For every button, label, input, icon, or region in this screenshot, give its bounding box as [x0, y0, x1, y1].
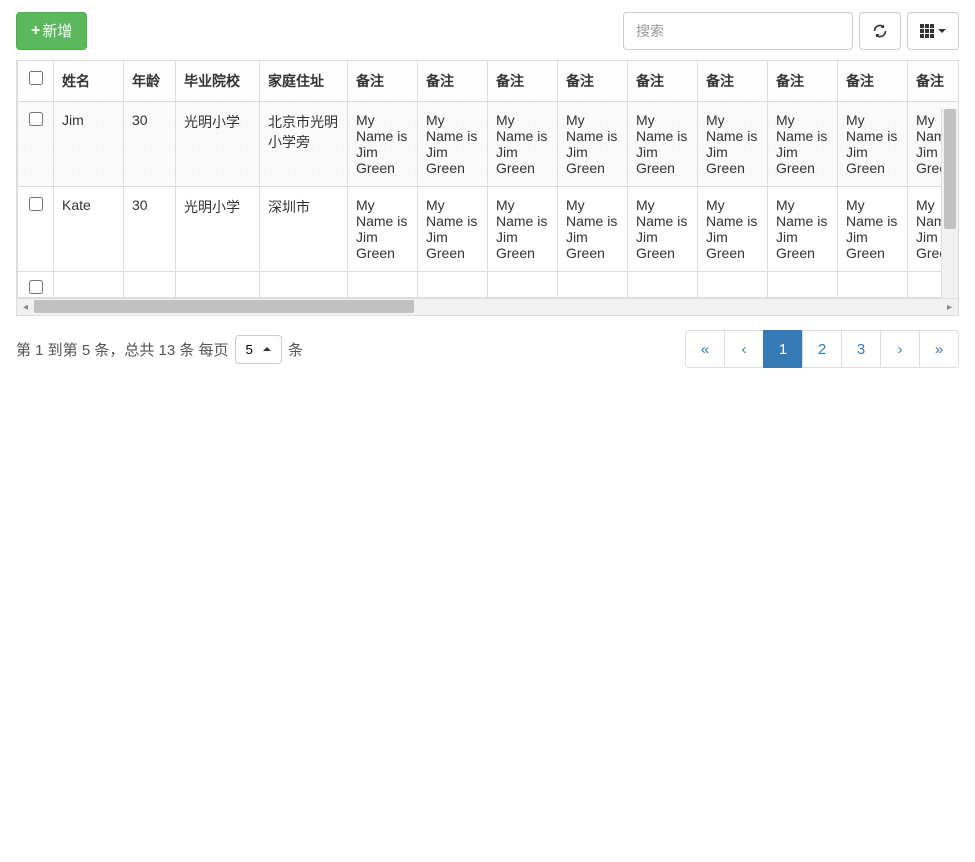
table-scroll[interactable]: 姓名 年龄 毕业院校 家庭住址 备注 备注 备注 备注 备注 备注 备注 备注 … — [17, 61, 958, 298]
pagination-info: 第 1 到第 5 条，总共 13 条 每页 5 条 — [16, 335, 303, 364]
scrollbar-thumb[interactable] — [34, 300, 414, 313]
cell-remark — [348, 272, 418, 298]
cell-remark: My Name is Jim Green — [768, 187, 838, 272]
table-row[interactable]: Kate30光明小学深圳市My Name is Jim GreenMy Name… — [18, 187, 959, 272]
add-button[interactable]: +新增 — [16, 12, 87, 50]
cell-remark — [698, 272, 768, 298]
cell-remark: My Name is Jim Green — [488, 187, 558, 272]
header-age[interactable]: 年龄 — [124, 61, 176, 102]
pagination-info-text: 第 1 到第 5 条，总共 13 条 每页 — [16, 339, 229, 360]
refresh-button[interactable] — [859, 12, 901, 50]
cell-name — [54, 272, 124, 298]
cell-remark: My Name is Jim Green — [418, 102, 488, 187]
cell-school — [176, 272, 260, 298]
page-size-select[interactable]: 5 — [235, 335, 282, 364]
header-name[interactable]: 姓名 — [54, 61, 124, 102]
table-container: 姓名 年龄 毕业院校 家庭住址 备注 备注 备注 备注 备注 备注 备注 备注 … — [16, 60, 959, 316]
header-remark[interactable]: 备注 — [698, 61, 768, 102]
cell-remark: My Name is Jim Green — [348, 102, 418, 187]
cell-age: 30 — [124, 102, 176, 187]
cell-remark — [488, 272, 558, 298]
table-header-row: 姓名 年龄 毕业院校 家庭住址 备注 备注 备注 备注 备注 备注 备注 备注 … — [18, 61, 959, 102]
cell-remark: My Name is Jim Green — [628, 187, 698, 272]
search-input[interactable] — [623, 12, 853, 50]
cell-address: 北京市光明小学旁 — [260, 102, 348, 187]
horizontal-scrollbar[interactable]: ◂ ▸ — [17, 298, 958, 315]
pagination-info-suffix: 条 — [288, 339, 303, 360]
header-school[interactable]: 毕业院校 — [176, 61, 260, 102]
row-checkbox-cell — [18, 187, 54, 272]
toolbar-right — [623, 12, 959, 50]
toolbar: +新增 — [16, 12, 959, 50]
cell-remark: My Name is Jim Green — [698, 102, 768, 187]
pagination: « ‹ 1 2 3 › » — [686, 330, 959, 368]
vertical-scrollbar[interactable] — [941, 109, 958, 298]
page-next[interactable]: › — [880, 330, 920, 368]
cell-remark — [628, 272, 698, 298]
cell-remark: My Name is Jim Green — [628, 102, 698, 187]
header-remark[interactable]: 备注 — [908, 61, 959, 102]
cell-remark: My Name is Jim Green — [838, 187, 908, 272]
table-row[interactable] — [18, 272, 959, 298]
scroll-left-arrow[interactable]: ◂ — [17, 299, 34, 316]
table-footer: 第 1 到第 5 条，总共 13 条 每页 5 条 « ‹ 1 2 3 › » — [16, 330, 959, 368]
cell-remark: My Name is Jim Green — [488, 102, 558, 187]
data-table: 姓名 年龄 毕业院校 家庭住址 备注 备注 备注 备注 备注 备注 备注 备注 … — [17, 61, 958, 298]
refresh-icon — [872, 23, 888, 39]
header-remark[interactable]: 备注 — [628, 61, 698, 102]
header-checkbox-cell — [18, 61, 54, 102]
scrollbar-thumb[interactable] — [944, 109, 956, 229]
columns-toggle-button[interactable] — [907, 12, 959, 50]
row-checkbox[interactable] — [29, 197, 43, 211]
page-number[interactable]: 1 — [763, 330, 803, 368]
row-checkbox-cell — [18, 272, 54, 298]
cell-age — [124, 272, 176, 298]
header-remark[interactable]: 备注 — [418, 61, 488, 102]
table-row[interactable]: Jim30光明小学北京市光明小学旁My Name is Jim GreenMy … — [18, 102, 959, 187]
cell-age: 30 — [124, 187, 176, 272]
cell-remark — [768, 272, 838, 298]
grid-icon — [920, 24, 934, 38]
cell-remark: My Name is Jim Green — [698, 187, 768, 272]
plus-icon: + — [31, 20, 40, 42]
page-number[interactable]: 2 — [802, 330, 842, 368]
cell-address — [260, 272, 348, 298]
header-remark[interactable]: 备注 — [838, 61, 908, 102]
page-first[interactable]: « — [685, 330, 725, 368]
cell-remark: My Name is Jim Green — [768, 102, 838, 187]
cell-remark: My Name is Jim Green — [558, 102, 628, 187]
cell-school: 光明小学 — [176, 187, 260, 272]
page-size-value: 5 — [246, 342, 253, 357]
row-checkbox-cell — [18, 102, 54, 187]
scroll-right-arrow[interactable]: ▸ — [941, 299, 958, 316]
header-address[interactable]: 家庭住址 — [260, 61, 348, 102]
row-checkbox[interactable] — [29, 280, 43, 294]
cell-address: 深圳市 — [260, 187, 348, 272]
cell-remark — [418, 272, 488, 298]
cell-remark: My Name is Jim Green — [418, 187, 488, 272]
cell-remark — [838, 272, 908, 298]
cell-name: Jim — [54, 102, 124, 187]
page-number[interactable]: 3 — [841, 330, 881, 368]
cell-remark — [558, 272, 628, 298]
select-all-checkbox[interactable] — [29, 71, 43, 85]
header-remark[interactable]: 备注 — [488, 61, 558, 102]
cell-name: Kate — [54, 187, 124, 272]
caret-up-icon — [263, 347, 271, 351]
page-last[interactable]: » — [919, 330, 959, 368]
add-button-label: 新增 — [42, 21, 72, 42]
header-remark[interactable]: 备注 — [768, 61, 838, 102]
cell-school: 光明小学 — [176, 102, 260, 187]
page-prev[interactable]: ‹ — [724, 330, 764, 368]
caret-down-icon — [938, 29, 946, 33]
cell-remark: My Name is Jim Green — [348, 187, 418, 272]
header-remark[interactable]: 备注 — [348, 61, 418, 102]
cell-remark: My Name is Jim Green — [838, 102, 908, 187]
row-checkbox[interactable] — [29, 112, 43, 126]
header-remark[interactable]: 备注 — [558, 61, 628, 102]
cell-remark: My Name is Jim Green — [558, 187, 628, 272]
